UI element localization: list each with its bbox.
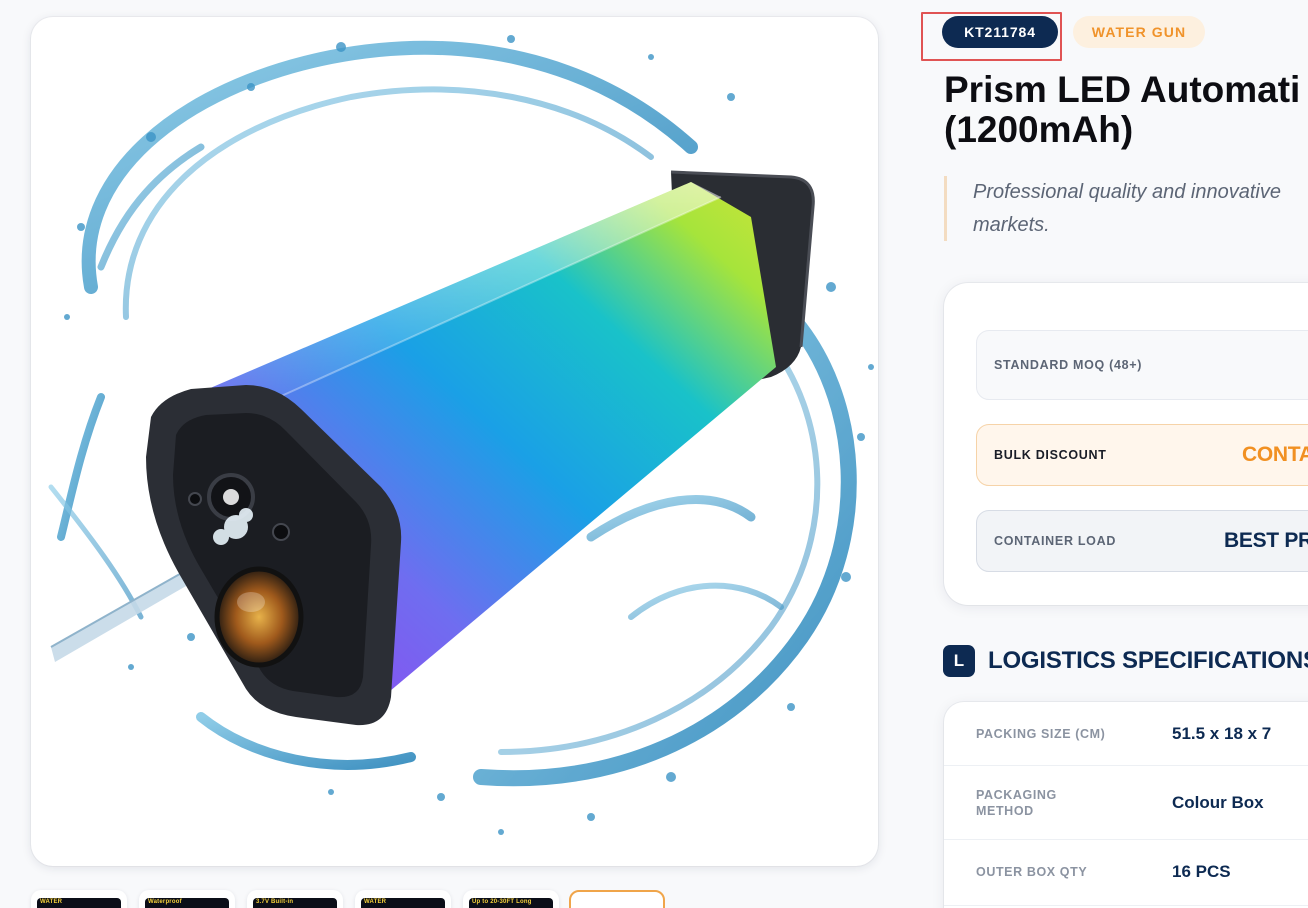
spec-row: PACKAGING METHOD Colour Box: [944, 766, 1308, 840]
logistics-letter-icon: L: [943, 645, 975, 677]
spec-value: 16 PCS: [1172, 862, 1231, 881]
thumbnail-caption: Up to 20-30FT Long: [472, 899, 532, 905]
water-gun-illustration: [48, 35, 874, 835]
thumbnail-2[interactable]: Waterproof: [139, 890, 235, 908]
spec-key: PACKING SIZE (CM): [976, 727, 1106, 741]
pricing-tier-label: CONTAINER LOAD: [994, 534, 1117, 548]
pricing-tier-label: BULK DISCOUNT: [994, 448, 1107, 462]
spec-key: OUTER BOX QTY: [976, 865, 1088, 879]
thumbnail-strip: WATER Waterproof 3.7V Built-in WATER Up …: [31, 890, 671, 908]
thumbnail-caption: WATER: [40, 899, 63, 905]
pricing-tier-container: CONTAINER LOAD BEST PRIC: [976, 510, 1308, 572]
logistics-section-header: L LOGISTICS SPECIFICATIONS: [943, 645, 1308, 677]
thumbnail-caption: 3.7V Built-in: [256, 899, 294, 905]
pricing-tier-value: BEST PRIC: [1224, 529, 1308, 552]
spec-key: PACKAGING METHOD: [976, 788, 1057, 818]
thumbnail-5[interactable]: Up to 20-30FT Long: [463, 890, 559, 908]
main-product-image[interactable]: [31, 17, 878, 866]
pricing-card: STANDARD MOQ (48+) BULK DISCOUNT CONTA C…: [944, 283, 1308, 605]
thumbnail-6-active[interactable]: [569, 890, 665, 908]
thumbnail-3[interactable]: 3.7V Built-in: [247, 890, 343, 908]
sku-badge: KT211784: [942, 16, 1058, 48]
tagline-line-2: markets.: [973, 214, 1050, 236]
thumbnail-caption: Waterproof: [148, 899, 182, 905]
product-tagline: Professional quality and innovative mark…: [944, 176, 1308, 241]
thumbnail-1[interactable]: WATER: [31, 890, 127, 908]
product-title-line-1: Prism LED Automati: [944, 69, 1301, 110]
product-title-line-2: (1200mAh): [944, 109, 1134, 150]
spec-row: OUTER BOX QTY 16 PCS: [944, 840, 1308, 906]
thumbnail-caption: WATER: [364, 899, 387, 905]
spec-value: 51.5 x 18 x 7: [1172, 724, 1272, 743]
spec-row: PACKING SIZE (CM) 51.5 x 18 x 7: [944, 702, 1308, 766]
tagline-line-1: Professional quality and innovative: [973, 181, 1281, 203]
product-title: Prism LED Automati (1200mAh): [944, 70, 1308, 150]
category-badge[interactable]: WATER GUN: [1073, 16, 1205, 48]
spec-value: Colour Box: [1172, 793, 1264, 812]
pricing-tier-value[interactable]: CONTA: [1242, 443, 1308, 467]
pricing-tier-label: STANDARD MOQ (48+): [994, 358, 1143, 372]
pricing-tier-bulk: BULK DISCOUNT CONTA: [976, 424, 1308, 486]
logistics-spec-table: PACKING SIZE (CM) 51.5 x 18 x 7 PACKAGIN…: [944, 702, 1308, 908]
logistics-section-title: LOGISTICS SPECIFICATIONS: [988, 647, 1308, 674]
pricing-tier-standard: STANDARD MOQ (48+): [976, 330, 1308, 400]
thumbnail-4[interactable]: WATER: [355, 890, 451, 908]
